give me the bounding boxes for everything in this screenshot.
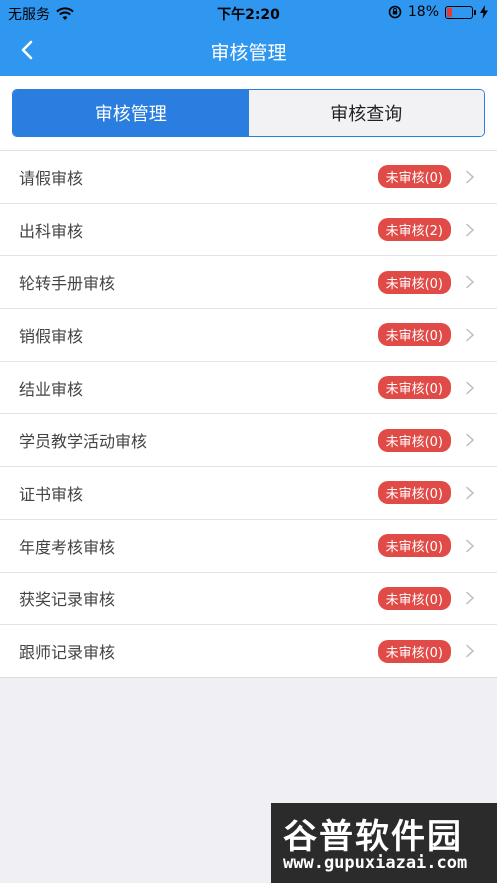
status-badge: 未审核(0) — [377, 165, 451, 189]
tab-review-management[interactable]: 审核管理 — [13, 90, 249, 136]
list-item-label: 销假审核 — [19, 326, 84, 346]
nav-bar: 审核管理 — [0, 24, 497, 76]
list-item[interactable]: 证书审核 未审核(0) — [0, 467, 497, 520]
chevron-right-icon — [466, 381, 475, 394]
list-item[interactable]: 学员教学活动审核 未审核(0) — [0, 414, 497, 468]
status-badge: 未审核(0) — [377, 481, 451, 505]
list-item-label: 证书审核 — [19, 484, 84, 504]
watermark-logo: 谷普软件园 www.gupuxiazai.com — [271, 803, 497, 883]
orientation-lock-icon — [388, 5, 402, 19]
chevron-right-icon — [466, 275, 475, 289]
list-item[interactable]: 出科审核 未审核(2) — [0, 204, 497, 257]
list-item-label: 请假审核 — [19, 168, 84, 188]
list-item-label: 学员教学活动审核 — [19, 432, 148, 452]
status-badge: 未审核(0) — [377, 534, 451, 558]
status-badge: 未审核(0) — [377, 639, 451, 663]
list-item[interactable]: 结业审核 未审核(0) — [0, 362, 497, 415]
chevron-right-icon — [466, 434, 475, 447]
status-badge: 未审核(0) — [377, 270, 451, 294]
list-item-label: 轮转手册审核 — [19, 274, 116, 294]
chevron-right-icon — [466, 486, 475, 500]
chevron-right-icon — [466, 328, 475, 342]
list-item-label: 年度考核审核 — [19, 537, 116, 557]
status-badge: 未审核(0) — [377, 428, 451, 452]
watermark-url: www.gupuxiazai.com — [283, 853, 468, 873]
chevron-right-icon — [466, 592, 475, 605]
segmented-control: 审核管理 审核查询 — [12, 89, 485, 137]
review-list: 请假审核 未审核(0) 出科审核 未审核(2) 轮转手册审核 未审核(0) 销假… — [0, 150, 497, 678]
battery-icon — [445, 5, 476, 19]
list-item[interactable]: 年度考核审核 未审核(0) — [0, 520, 497, 573]
status-badge: 未审核(0) — [377, 586, 451, 610]
list-item[interactable]: 跟师记录审核 未审核(0) — [0, 625, 497, 678]
list-item-label: 获奖记录审核 — [19, 590, 116, 610]
list-item-label: 结业审核 — [19, 379, 84, 399]
list-item[interactable]: 请假审核 未审核(0) — [0, 151, 497, 204]
charging-bolt-icon — [480, 5, 488, 19]
list-item[interactable]: 销假审核 未审核(0) — [0, 309, 497, 362]
status-right: 18% — [388, 4, 489, 20]
page-title: 审核管理 — [210, 42, 287, 64]
battery-percent: 18% — [407, 4, 439, 20]
chevron-right-icon — [466, 539, 475, 552]
chevron-right-icon — [466, 223, 475, 236]
watermark-brand: 谷普软件园 — [283, 817, 463, 857]
status-badge: 未审核(2) — [377, 218, 451, 242]
list-item[interactable]: 轮转手册审核 未审核(0) — [0, 256, 497, 310]
chevron-right-icon — [466, 170, 475, 184]
segmented-control-container: 审核管理 审核查询 — [0, 76, 497, 150]
status-badge: 未审核(0) — [377, 376, 451, 400]
list-item[interactable]: 获奖记录审核 未审核(0) — [0, 573, 497, 626]
status-badge: 未审核(0) — [377, 323, 451, 347]
list-item-label: 出科审核 — [19, 221, 84, 241]
list-item-label: 跟师记录审核 — [19, 643, 116, 663]
status-bar: 无服务 下午2:20 18% — [0, 0, 497, 24]
chevron-right-icon — [466, 644, 475, 658]
tab-review-query[interactable]: 审核查询 — [248, 90, 484, 136]
